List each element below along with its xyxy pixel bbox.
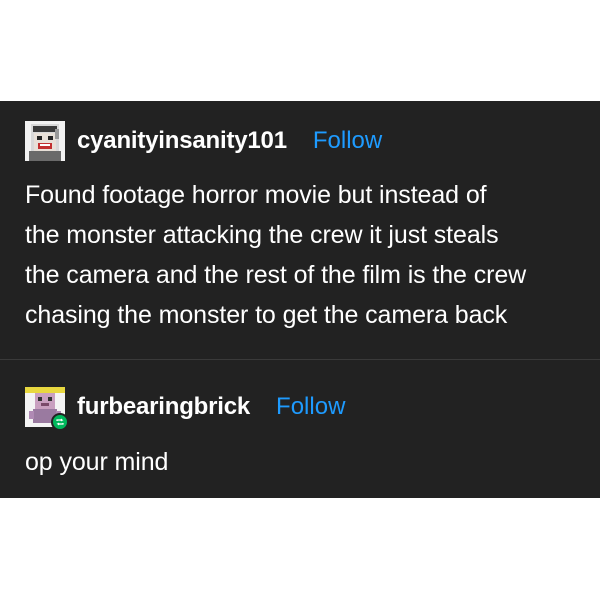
- post-header: cyanityinsanity101 Follow: [25, 121, 382, 161]
- post-thread-card: cyanityinsanity101 Follow Found footage …: [0, 101, 600, 498]
- post-body-line: the monster attacking the crew it just s…: [25, 221, 499, 249]
- pixel-avatar-face-icon: [25, 121, 65, 161]
- post-body-line: Found footage horror movie but instead o…: [25, 181, 487, 209]
- follow-button[interactable]: Follow: [313, 127, 382, 155]
- avatar[interactable]: [25, 121, 65, 161]
- post-body-line: the camera and the rest of the film is t…: [25, 261, 527, 289]
- follow-button[interactable]: Follow: [276, 393, 345, 421]
- avatar[interactable]: [25, 387, 69, 431]
- reblog-icon: [56, 418, 64, 426]
- post-body: Found footage horror movie but instead o…: [25, 175, 585, 335]
- username[interactable]: furbearingbrick: [77, 393, 250, 421]
- post-body: op your mind: [25, 442, 585, 482]
- username[interactable]: cyanityinsanity101: [77, 127, 287, 155]
- post-body-line: op your mind: [25, 448, 169, 476]
- post-body-line: chasing the monster to get the camera ba…: [25, 301, 508, 329]
- post-header: furbearingbrick Follow: [25, 387, 345, 431]
- original-post: cyanityinsanity101 Follow Found footage …: [0, 101, 600, 359]
- reblog-badge: [51, 413, 69, 431]
- reblog-post: furbearingbrick Follow op your mind: [0, 360, 600, 498]
